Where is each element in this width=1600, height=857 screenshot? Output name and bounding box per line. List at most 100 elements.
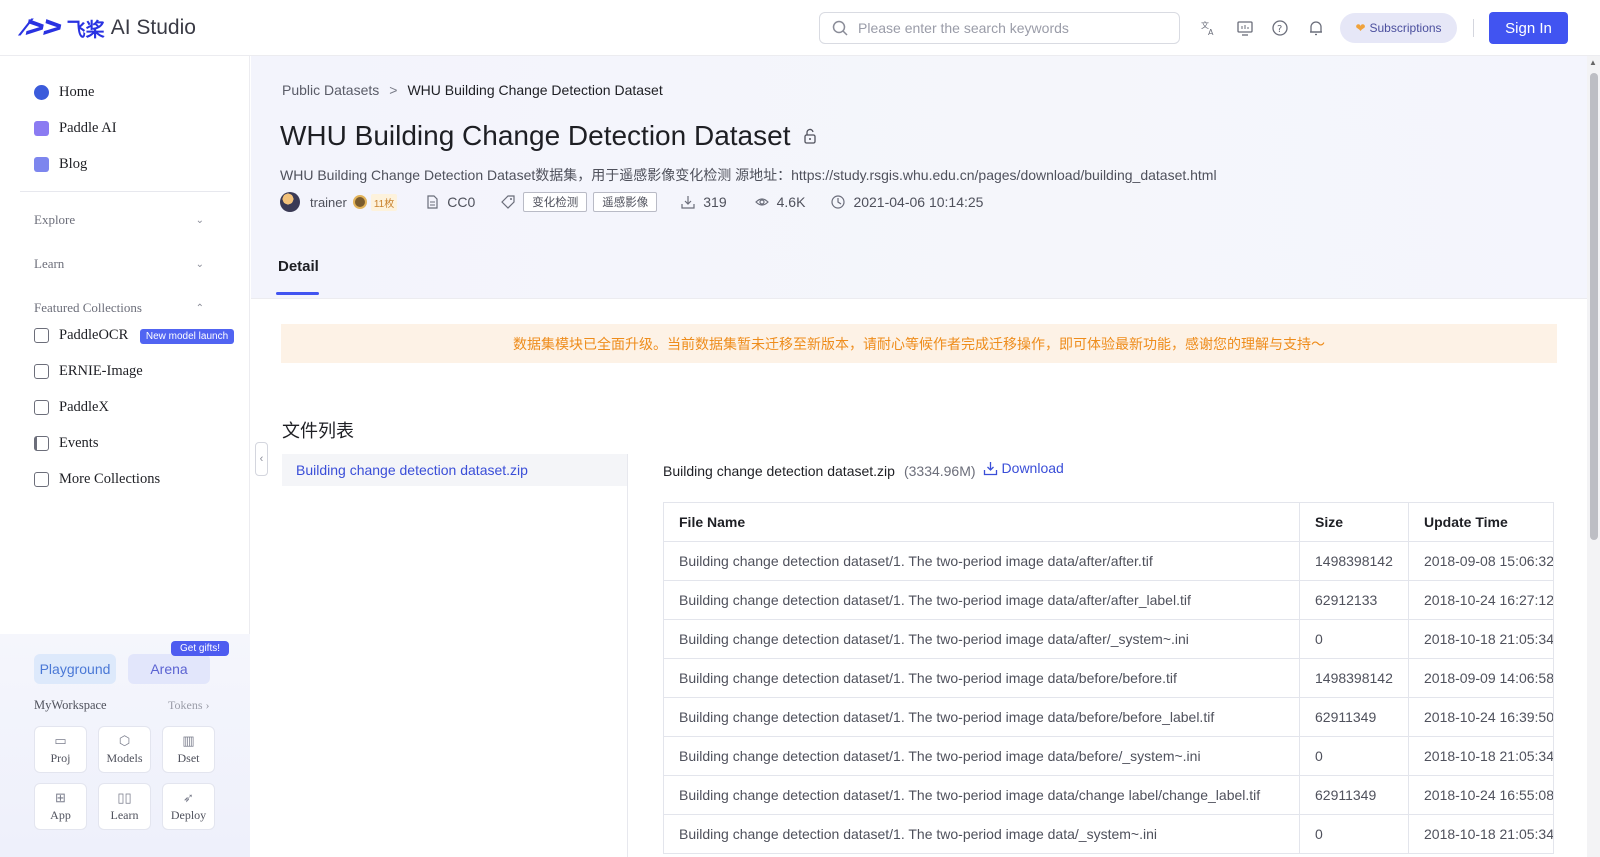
playground-button[interactable]: Playground	[34, 654, 116, 684]
workspace-projects-button[interactable]: ▭ Proj	[34, 726, 87, 773]
sidebar-item-more-collections[interactable]: More Collections	[34, 467, 160, 491]
translate-icon[interactable]: 文A	[1200, 19, 1218, 37]
sidebar-item-label: More Collections	[59, 470, 161, 487]
cell-update-time: 2018-09-08 15:06:32	[1408, 541, 1554, 581]
sidebar-item-home[interactable]: Home	[34, 80, 94, 104]
blog-icon	[34, 156, 49, 172]
monitor-icon[interactable]	[1236, 19, 1254, 37]
workspace-button-label: Deploy	[170, 807, 207, 822]
logo-text: AI Studio	[110, 16, 196, 39]
workspace-deploy-button[interactable]: ➶ Deploy	[162, 783, 215, 830]
svg-text:A: A	[1208, 28, 1214, 37]
tag-remote-sensing[interactable]: 遥感影像	[593, 192, 658, 212]
file-contents-table: File Name Size Update Time Building chan…	[663, 502, 1554, 854]
breadcrumb-current: WHU Building Change Detection Dataset	[407, 82, 663, 98]
tag-change-detection[interactable]: 变化检测	[523, 192, 588, 212]
subscriptions-button[interactable]: ❤ Subscriptions	[1340, 13, 1457, 43]
sign-in-button[interactable]: Sign In	[1489, 12, 1568, 44]
help-icon[interactable]: ?	[1271, 19, 1289, 37]
section-explore[interactable]: Explore ⌄	[34, 212, 204, 228]
cell-size: 1498398142	[1299, 541, 1409, 581]
sidebar-workspace: Playground Arena Get gifts! MyWorkspace …	[0, 634, 250, 857]
chevron-down-icon: ⌄	[195, 214, 204, 226]
download-count-icon	[681, 196, 695, 209]
table-row: Building change detection dataset/1. The…	[663, 775, 1554, 815]
header-divider	[1473, 19, 1474, 37]
dataset-meta: trainer 11枚 CC0 变化检测 遥感影像 319 4.6K 2021-…	[280, 192, 983, 212]
author-name[interactable]: trainer	[310, 195, 347, 210]
date-info: 2021-04-06 10:14:25	[831, 194, 983, 210]
sidebar-item-paddlex[interactable]: PaddleX	[34, 395, 109, 419]
file-detail-header: Building change detection dataset.zip (3…	[663, 460, 1064, 479]
paddlex-icon	[34, 399, 49, 415]
breadcrumb: Public Datasets > WHU Building Change De…	[282, 82, 663, 98]
paddle-logo-mark: ⁄ᐳᐳ	[24, 15, 63, 41]
download-button[interactable]: Download	[983, 460, 1064, 476]
arena-button[interactable]: Arena	[128, 654, 210, 684]
views-value: 4.6K	[776, 194, 806, 210]
sidebar: Home Paddle AI Blog Explore ⌄ Learn ⌄ Fe…	[0, 56, 250, 857]
unlock-icon	[804, 128, 817, 144]
sidebar-item-label: Paddle AI	[59, 119, 117, 136]
workspace-learn-button[interactable]: ▯▯ Learn	[98, 783, 151, 830]
downloads-value: 319	[703, 194, 727, 210]
chevron-up-icon: ⌃	[195, 302, 204, 314]
cell-file-name: Building change detection dataset/1. The…	[663, 580, 1300, 620]
search-input[interactable]	[858, 20, 1158, 36]
sidebar-item-events[interactable]: Events	[34, 431, 98, 455]
section-learn[interactable]: Learn ⌄	[34, 256, 204, 272]
section-featured-collections[interactable]: Featured Collections ⌃	[34, 300, 204, 316]
avatar[interactable]	[280, 192, 300, 212]
cell-file-name: Building change detection dataset/1. The…	[663, 736, 1300, 776]
search-icon	[832, 20, 848, 36]
sidebar-item-paddleocr[interactable]: PaddleOCR	[34, 323, 128, 347]
workspace-models-button[interactable]: ⬡ Models	[98, 726, 151, 773]
dataset-icon: ▥	[182, 732, 195, 748]
cell-update-time: 2018-10-18 21:05:34	[1408, 619, 1554, 659]
download-label: Download	[1001, 460, 1064, 476]
cell-file-name: Building change detection dataset/1. The…	[663, 814, 1300, 854]
folder-icon: ▭	[54, 732, 67, 748]
license-value: CC0	[447, 194, 476, 210]
tag-icon	[501, 195, 515, 209]
tokens-link[interactable]: Tokens ›	[168, 698, 210, 713]
scroll-up-arrow-icon[interactable]: ▲	[1589, 58, 1597, 67]
sidebar-item-blog[interactable]: Blog	[34, 152, 87, 176]
cell-size: 0	[1299, 814, 1409, 854]
workspace-app-button[interactable]: ⊞ App	[34, 783, 87, 830]
scrollbar-thumb[interactable]	[1590, 73, 1598, 540]
sidebar-item-ernie-image[interactable]: ERNIE-Image	[34, 359, 143, 383]
logo-cn-text: 飞桨	[66, 18, 105, 41]
top-bar: ⁄ᐳᐳ 飞桨 AI Studio 文A ? ❤ Subscriptions Si…	[0, 0, 1600, 56]
download-icon	[983, 461, 997, 475]
flag-icon	[34, 435, 49, 451]
cell-size: 0	[1299, 736, 1409, 776]
table-row: Building change detection dataset/1. The…	[663, 658, 1554, 698]
cube-icon: ⬡	[118, 732, 131, 748]
section-label: Learn	[34, 256, 65, 271]
breadcrumb-separator: >	[389, 82, 398, 98]
file-list-item[interactable]: Building change detection dataset.zip	[282, 454, 627, 486]
app-grid-icon: ⊞	[55, 789, 66, 805]
cell-file-name: Building change detection dataset/1. The…	[663, 541, 1300, 581]
file-list: Building change detection dataset.zip	[282, 454, 628, 857]
workspace-title: MyWorkspace	[34, 698, 107, 712]
cell-size: 62912133	[1299, 580, 1409, 620]
dataset-header: Public Datasets > WHU Building Change De…	[251, 56, 1587, 299]
get-gifts-badge: Get gifts!	[171, 641, 229, 656]
breadcrumb-public-datasets[interactable]: Public Datasets	[282, 82, 379, 98]
cell-update-time: 2018-10-24 16:55:08	[1408, 775, 1554, 815]
bell-icon[interactable]	[1307, 19, 1325, 37]
sidebar-item-label: Home	[59, 83, 95, 100]
search-box[interactable]	[819, 12, 1180, 44]
collections-icon	[34, 471, 49, 487]
tab-detail[interactable]: Detail	[278, 258, 319, 275]
cell-file-name: Building change detection dataset/1. The…	[663, 775, 1300, 815]
logo[interactable]: ⁄ᐳᐳ 飞桨 AI Studio	[24, 14, 196, 42]
table-row: Building change detection dataset/1. The…	[663, 814, 1554, 854]
section-label: Featured Collections	[34, 300, 142, 315]
cell-update-time: 2018-10-18 21:05:34	[1408, 814, 1554, 854]
tab-active-indicator	[276, 292, 319, 295]
sidebar-item-paddle-ai[interactable]: Paddle AI	[34, 116, 117, 140]
workspace-datasets-button[interactable]: ▥ Dset	[162, 726, 215, 773]
